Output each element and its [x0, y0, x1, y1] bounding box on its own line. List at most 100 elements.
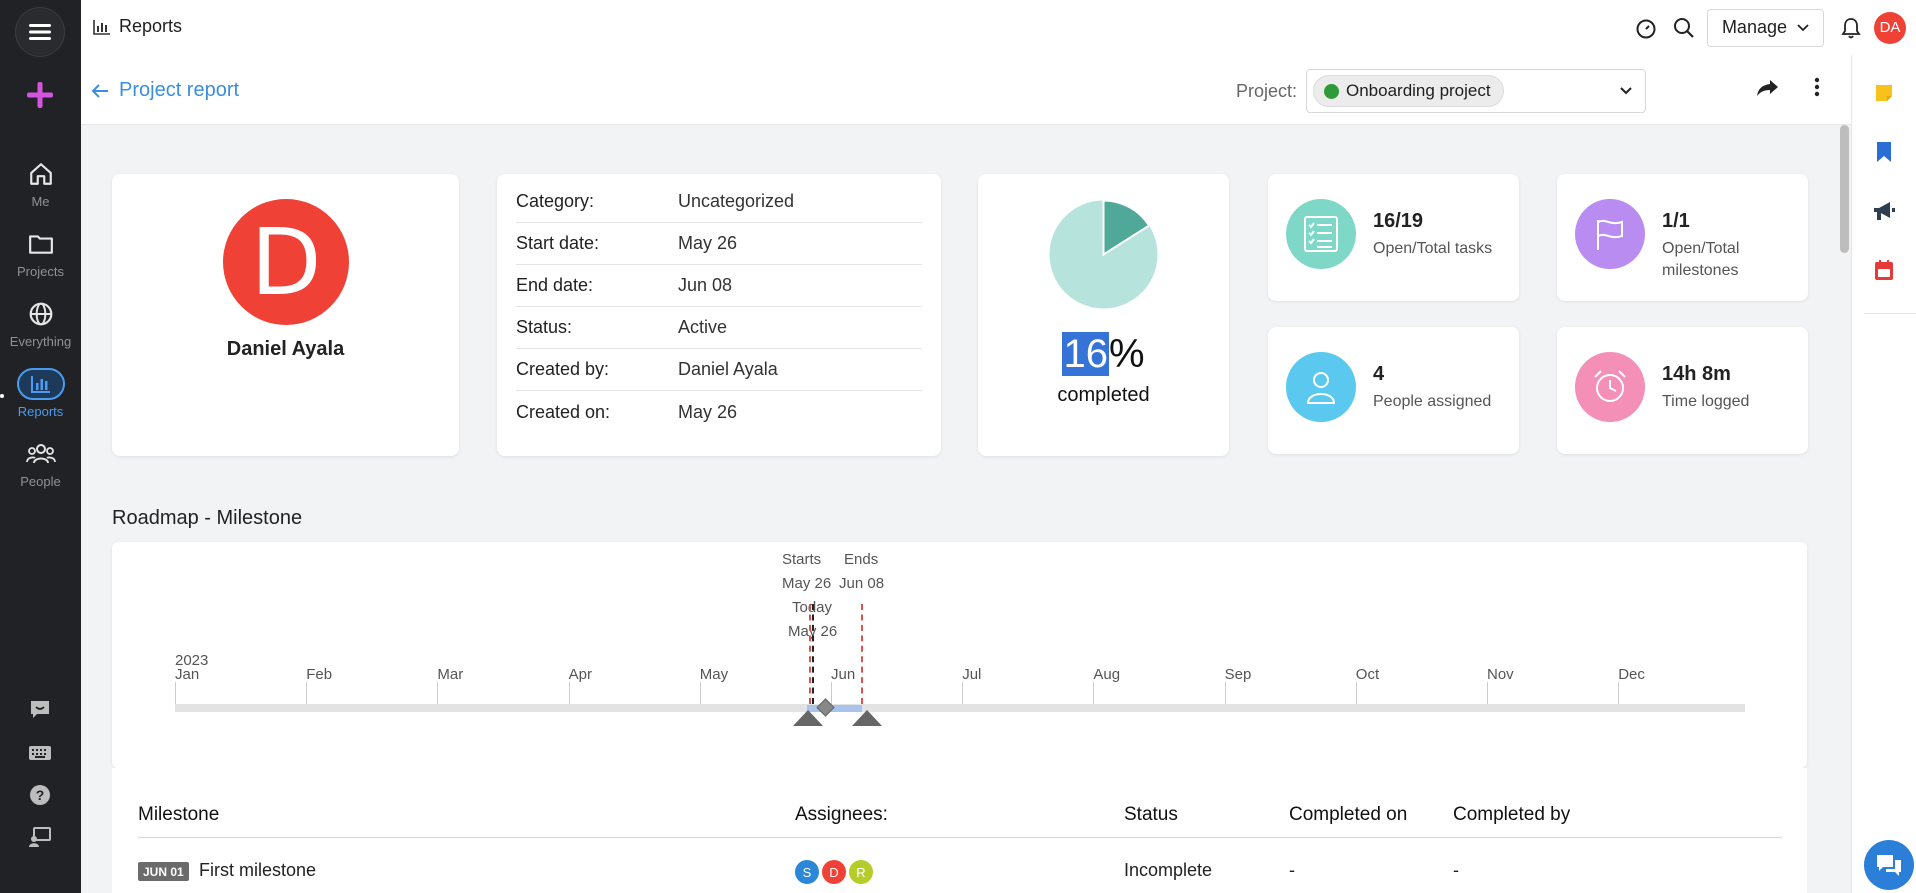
- month-tick: [1355, 682, 1357, 704]
- detail-label: End date:: [516, 275, 594, 295]
- presentation-button[interactable]: [26, 823, 54, 851]
- milestone-date-badge: JUN 01: [138, 862, 189, 881]
- month-tick: [1093, 682, 1095, 704]
- detail-value: Daniel Ayala: [678, 359, 778, 379]
- end-marker-line: [861, 604, 863, 704]
- calendar-button[interactable]: [1871, 257, 1897, 283]
- completion-percent: 16%: [978, 332, 1229, 377]
- detail-value: May 26: [678, 233, 738, 253]
- assignee-avatar[interactable]: D: [822, 860, 846, 884]
- create-new-button[interactable]: [15, 70, 65, 120]
- end-handle[interactable]: [852, 710, 882, 726]
- col-header-status[interactable]: Status: [1124, 804, 1178, 826]
- share-button[interactable]: [1756, 77, 1780, 104]
- menu-toggle-button[interactable]: [15, 7, 65, 57]
- scrollbar-thumb[interactable]: [1840, 125, 1849, 253]
- chat-support-button[interactable]: [1864, 840, 1914, 890]
- detail-label: Status:: [516, 317, 573, 337]
- bookmarks-button[interactable]: [1871, 139, 1897, 165]
- sidebar-item-reports[interactable]: Reports: [0, 368, 81, 419]
- sidebar-item-people[interactable]: People: [0, 438, 81, 489]
- sidebar-item-me[interactable]: Me: [0, 158, 81, 209]
- month-label: Nov: [1487, 666, 1514, 683]
- month-label: Sep: [1224, 666, 1252, 683]
- main-scrollbar[interactable]: [1837, 125, 1851, 893]
- more-options-button[interactable]: [1814, 77, 1820, 102]
- sidebar-item-label: People: [20, 474, 61, 489]
- detail-label: Start date:: [516, 233, 600, 253]
- assignee-avatar[interactable]: R: [849, 860, 873, 884]
- sticky-notes-button[interactable]: [1871, 80, 1897, 106]
- project-chip: Onboarding project: [1313, 75, 1504, 107]
- sidebar-item-everything[interactable]: Everything: [0, 298, 81, 349]
- search-button[interactable]: [1665, 9, 1703, 47]
- completion-card: 16% completed: [978, 174, 1229, 456]
- manage-dropdown-button[interactable]: Manage: [1706, 8, 1824, 47]
- detail-label: Category:: [516, 191, 595, 211]
- milestone-name[interactable]: First milestone: [199, 860, 316, 881]
- help-icon: ?: [30, 785, 50, 805]
- col-header-milestone[interactable]: Milestone: [138, 804, 219, 826]
- keyboard-shortcuts-button[interactable]: [26, 739, 54, 767]
- stat-value: 16/19: [1373, 210, 1424, 232]
- month-tick: [437, 682, 439, 704]
- month-label: May: [699, 666, 729, 683]
- percent-value: 16: [1062, 332, 1109, 376]
- project-details-card: Category: Uncategorized Start date: May …: [497, 174, 941, 456]
- owner-card: D Daniel Ayala: [112, 174, 459, 456]
- user-avatar[interactable]: DA: [1874, 11, 1906, 44]
- milestone-status: Incomplete: [1124, 860, 1213, 880]
- sidebar-item-projects[interactable]: Projects: [0, 228, 81, 279]
- percent-sign: %: [1108, 332, 1145, 376]
- month-label: Jun: [831, 666, 856, 683]
- stat-value: 4: [1373, 363, 1385, 385]
- keyboard-icon: [29, 746, 51, 760]
- plus-icon: [27, 82, 53, 108]
- arrow-left-icon: [91, 83, 108, 98]
- owner-avatar: D: [223, 199, 349, 325]
- stat-label: People assigned: [1373, 393, 1492, 410]
- announcements-button[interactable]: [1871, 198, 1897, 224]
- month-label: Jan: [175, 666, 200, 683]
- month-label: Jul: [962, 666, 982, 683]
- home-icon: [29, 163, 52, 185]
- month-tick: [1618, 682, 1620, 704]
- owner-name: Daniel Ayala: [226, 338, 345, 360]
- month-label: Aug: [1093, 666, 1121, 683]
- col-header-assignees[interactable]: Assignees:: [795, 804, 888, 826]
- stat-value: 1/1: [1662, 210, 1690, 232]
- completion-label: completed: [1057, 384, 1150, 406]
- sidebar-item-label: Reports: [17, 404, 64, 419]
- project-select[interactable]: Onboarding project: [1306, 69, 1646, 113]
- col-header-completed-on[interactable]: Completed on: [1289, 804, 1407, 826]
- back-link[interactable]: Project report: [91, 79, 239, 102]
- bar-chart-icon: [30, 376, 50, 393]
- start-handle[interactable]: [793, 710, 823, 726]
- timer-button[interactable]: [1627, 9, 1665, 47]
- col-header-completed-by[interactable]: Completed by: [1453, 804, 1570, 826]
- smile-chat-icon: [31, 701, 49, 718]
- bell-icon: [1841, 17, 1861, 38]
- rail-divider: [1864, 313, 1916, 314]
- timeline-track: [175, 704, 1745, 712]
- chat-bubbles-icon: [1877, 855, 1901, 876]
- report-header: Project report Project: Onboarding proje…: [81, 55, 1851, 125]
- folder-icon: [28, 235, 53, 254]
- month-tick: [1224, 682, 1226, 704]
- completion-pie-chart: [1049, 199, 1158, 309]
- month-label: Apr: [568, 666, 592, 683]
- report-chart-icon: [93, 19, 110, 35]
- ends-date: Jun 08: [839, 575, 885, 592]
- table-divider: [138, 837, 1782, 838]
- detail-label: Created on:: [516, 401, 611, 422]
- notifications-button[interactable]: [1832, 9, 1870, 47]
- start-marker-line: [809, 604, 811, 704]
- bookmark-icon: [1877, 142, 1891, 162]
- month-tick: [306, 682, 308, 704]
- assignee-avatar[interactable]: S: [795, 860, 819, 884]
- back-link-label: Project report: [119, 79, 240, 101]
- completed-on-value: -: [1289, 860, 1295, 880]
- help-button[interactable]: ?: [26, 781, 54, 809]
- starts-date: May 26: [782, 575, 832, 592]
- feedback-button[interactable]: [26, 695, 54, 723]
